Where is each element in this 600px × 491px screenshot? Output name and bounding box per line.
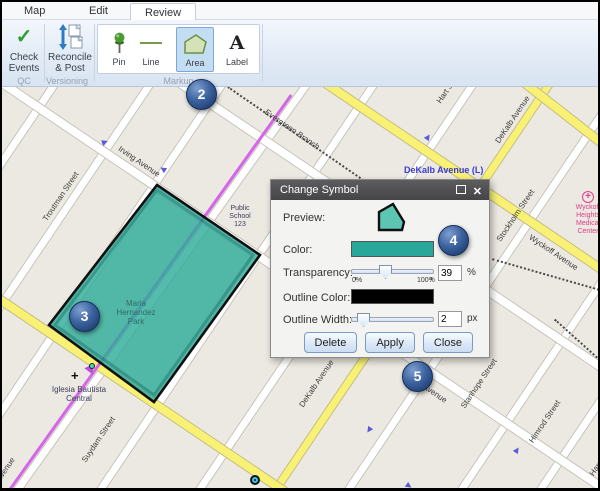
tab-review[interactable]: Review — [130, 3, 196, 20]
oneway-arrow — [513, 446, 521, 454]
close-icon[interactable]: ✕ — [473, 182, 482, 202]
label-suydam-street: Suydam Street — [80, 415, 117, 464]
church-cross-icon: + — [71, 368, 79, 383]
outline-width-slider-thumb[interactable] — [357, 313, 370, 327]
oneway-arrow — [405, 482, 413, 488]
outline-color-swatch[interactable] — [351, 289, 434, 304]
maximize-icon[interactable] — [456, 185, 466, 194]
oneway-arrow — [365, 426, 373, 434]
reconcile-label2: & Post — [46, 63, 94, 74]
dialog-titlebar[interactable]: Change Symbol ✕ — [271, 180, 489, 200]
reconcile-icon — [57, 24, 83, 50]
symbol-preview-shape — [377, 202, 407, 232]
reconcile-post-button[interactable]: Reconcile & Post — [46, 24, 94, 74]
line-label: Line — [132, 57, 170, 67]
group-label-markup: Markup — [97, 76, 260, 86]
tab-edit[interactable]: Edit — [75, 2, 122, 20]
transparency-slider[interactable] — [351, 269, 434, 274]
markup-line-button[interactable]: Line — [132, 27, 170, 72]
outline-width-label: Outline Width: — [283, 314, 352, 326]
transparency-slider-thumb[interactable] — [379, 265, 392, 279]
tab-map[interactable]: Map — [10, 2, 59, 20]
area-label: Area — [177, 58, 213, 68]
label-icon: A — [230, 32, 245, 54]
markup-panel: Pin Line Area A Label — [97, 24, 260, 74]
dialog-title: Change Symbol — [280, 184, 358, 196]
label-harman-street: Harman Street — [588, 429, 598, 477]
label-maria-hernandez-park: MariaHernandezPark — [105, 299, 167, 326]
label-public-school: PublicSchool123 — [224, 205, 256, 229]
callout-badge-5: 5 — [402, 361, 433, 392]
label-himrod-street: Himrod Street — [527, 399, 562, 445]
markup-area-button[interactable]: Area — [176, 27, 214, 72]
delete-button[interactable]: Delete — [304, 332, 358, 353]
check-events-label1: Check — [6, 52, 42, 63]
outline-width-unit: px — [467, 313, 478, 324]
callout-badge-4: 4 — [438, 225, 469, 256]
group-label-versioning: Versioning — [42, 76, 92, 86]
area-icon — [183, 33, 208, 55]
transparency-max-label: 100% — [417, 277, 435, 284]
label-dekalb-station: DeKalb Avenue (L) — [404, 165, 483, 175]
change-symbol-dialog: Change Symbol ✕ Preview: Color: Transpar… — [270, 179, 490, 358]
line-icon — [140, 42, 162, 44]
label-label: Label — [218, 57, 256, 67]
transparency-label: Transparency: — [283, 267, 353, 279]
pin-icon — [112, 32, 127, 55]
ribbon-tab-strip: Map Edit Review — [2, 2, 598, 20]
subway-station-dot — [250, 475, 260, 485]
outline-width-value-input[interactable] — [438, 311, 462, 327]
check-icon: ✓ — [16, 32, 33, 43]
callout-badge-3: 3 — [69, 301, 100, 332]
color-label: Color: — [283, 244, 312, 256]
app-window: Map Edit Review ✓ Check Events QC — [0, 0, 600, 491]
label-iglesia-bautista: Iglesia BautistaCentral — [45, 385, 113, 403]
group-label-qc: QC — [6, 76, 42, 86]
callout-badge-2: 2 — [186, 79, 217, 110]
outline-color-label: Outline Color: — [283, 292, 350, 304]
check-events-button[interactable]: ✓ Check Events — [6, 24, 42, 74]
close-button[interactable]: Close — [423, 332, 473, 353]
reconcile-label1: Reconcile — [46, 52, 94, 63]
transparency-value-input[interactable] — [438, 265, 462, 281]
label-wyckoff-medical: WyckoffHeightsMedicalCenter — [567, 204, 598, 236]
apply-button[interactable]: Apply — [365, 332, 415, 353]
hospital-icon: + — [582, 191, 594, 203]
check-events-label2: Events — [6, 63, 42, 74]
rail-dotted-line — [492, 258, 598, 292]
markup-label-button[interactable]: A Label — [218, 27, 256, 72]
transparency-min-label: 0% — [352, 277, 362, 284]
preview-label: Preview: — [283, 212, 325, 224]
ribbon: ✓ Check Events QC Reconcile & Post — [2, 20, 598, 87]
transparency-unit: % — [467, 267, 476, 278]
outline-width-slider[interactable] — [351, 317, 434, 322]
fill-color-swatch[interactable] — [351, 241, 434, 257]
